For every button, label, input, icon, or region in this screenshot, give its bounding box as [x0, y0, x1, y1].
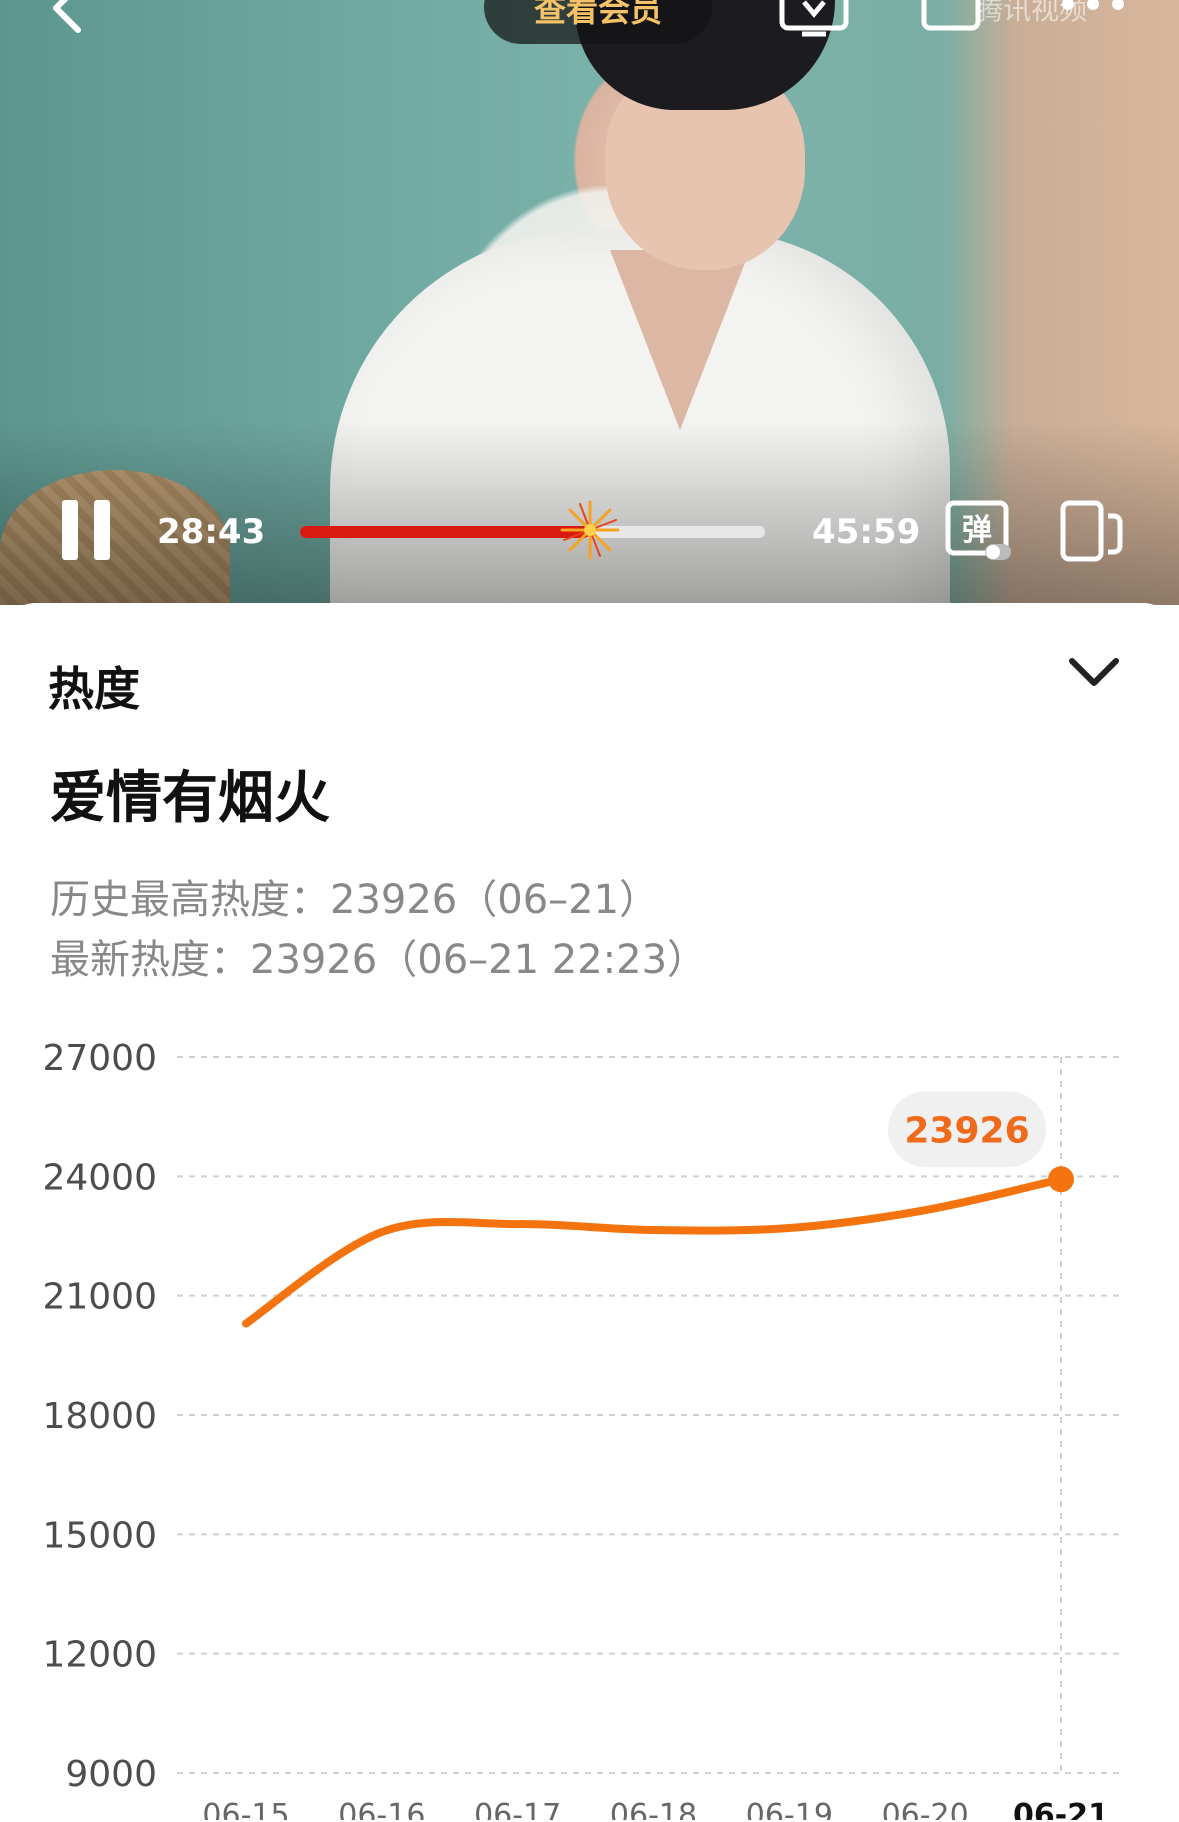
- y-tick-label: 15000: [42, 1515, 157, 1556]
- x-tick-label: 06-20: [882, 1798, 969, 1820]
- x-tick-label: 06-17: [474, 1798, 561, 1820]
- y-tick-label: 21000: [42, 1277, 157, 1318]
- total-time: 45:59: [812, 512, 921, 552]
- highlight-label: 23926: [904, 1110, 1029, 1151]
- danmu-label: 弹: [962, 513, 992, 548]
- y-tick-label: 27000: [42, 1038, 157, 1079]
- firework-thumb-icon[interactable]: [558, 498, 622, 562]
- x-tick-label: 06-21: [1013, 1798, 1109, 1820]
- x-tick-label: 06-19: [746, 1798, 833, 1820]
- current-time: 28:43: [157, 512, 266, 552]
- x-tick-label: 06-15: [202, 1798, 289, 1820]
- progress-fill: [300, 526, 591, 538]
- pause-icon[interactable]: [60, 500, 112, 560]
- back-arrow-icon[interactable]: [48, 0, 88, 42]
- y-tick-label: 9000: [65, 1754, 157, 1795]
- fullscreen-rotate-icon[interactable]: [1060, 500, 1124, 562]
- progress-bar[interactable]: [300, 500, 765, 560]
- x-tick-label: 06-18: [610, 1798, 697, 1820]
- y-tick-label: 18000: [42, 1396, 157, 1437]
- y-tick-label: 12000: [42, 1635, 157, 1676]
- x-tick-label: 06-16: [338, 1798, 425, 1820]
- screenshot-icon[interactable]: [920, 0, 982, 34]
- view-vip-button[interactable]: 查看会员: [484, 0, 712, 44]
- video-player[interactable]: 查看会员 腾讯视频 28:43 45:59 弹: [0, 0, 1179, 605]
- latest-point-marker: [1048, 1166, 1074, 1193]
- more-options-icon[interactable]: [1058, 0, 1128, 18]
- heat-panel: 热度 爱情有烟火 历史最高热度：23926（06–21） 最新热度：23926（…: [0, 603, 1179, 1820]
- video-scene: [610, 250, 750, 430]
- heat-series-line: [242, 1175, 1065, 1328]
- heat-line-chart: 27000 24000 21000 18000 15000 12000 9000 06-15…: [42, 1038, 1124, 1820]
- danmu-toggle-icon[interactable]: 弹: [945, 500, 1013, 562]
- y-tick-label: 24000: [42, 1157, 157, 1198]
- cast-tv-icon[interactable]: [778, 0, 850, 38]
